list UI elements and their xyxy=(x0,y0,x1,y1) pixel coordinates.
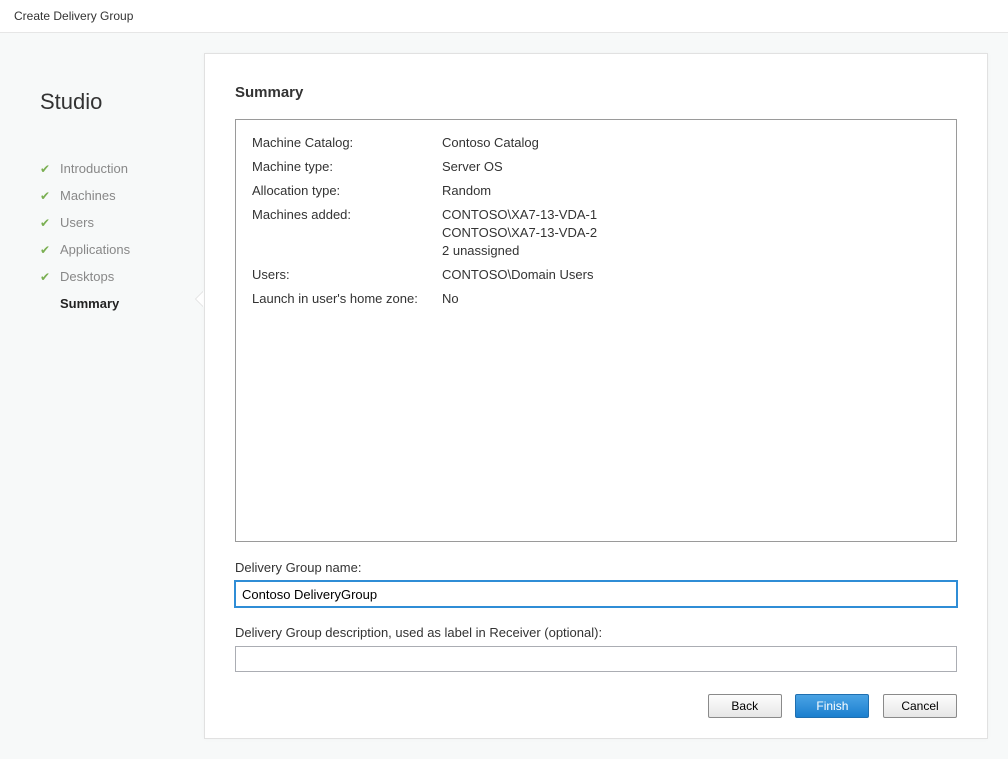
check-icon: ✔ xyxy=(40,216,54,230)
summary-key: Machines added: xyxy=(252,206,442,260)
delivery-group-description-input[interactable] xyxy=(235,646,957,672)
back-button[interactable]: Back xyxy=(708,694,782,718)
summary-key: Machine Catalog: xyxy=(252,134,442,152)
machine-line: CONTOSO\XA7-13-VDA-2 xyxy=(442,224,940,242)
step-label: Applications xyxy=(60,242,130,257)
machine-line: CONTOSO\XA7-13-VDA-1 xyxy=(442,206,940,224)
step-users[interactable]: ✔ Users xyxy=(40,209,200,236)
summary-key: Machine type: xyxy=(252,158,442,176)
summary-panel: Machine Catalog: Contoso Catalog Machine… xyxy=(235,119,957,542)
summary-value: No xyxy=(442,290,940,308)
wizard-page: Summary Machine Catalog: Contoso Catalog… xyxy=(204,53,988,739)
summary-key: Allocation type: xyxy=(252,182,442,200)
cancel-button[interactable]: Cancel xyxy=(883,694,957,718)
machine-line: 2 unassigned xyxy=(442,242,940,260)
step-label: Machines xyxy=(60,188,116,203)
finish-button[interactable]: Finish xyxy=(795,694,869,718)
delivery-group-name-input[interactable] xyxy=(235,581,957,607)
summary-key: Launch in user's home zone: xyxy=(252,290,442,308)
wizard-sidebar: Studio ✔ Introduction ✔ Machines ✔ Users… xyxy=(0,33,200,759)
check-icon: ✔ xyxy=(40,189,54,203)
step-label: Introduction xyxy=(60,161,128,176)
step-label: Summary xyxy=(60,296,119,311)
check-icon: ✔ xyxy=(40,162,54,176)
step-pointer-icon xyxy=(196,291,204,307)
summary-value: CONTOSO\Domain Users xyxy=(442,266,940,284)
step-label: Users xyxy=(60,215,94,230)
description-field-label: Delivery Group description, used as labe… xyxy=(235,625,957,640)
brand-label: Studio xyxy=(0,89,200,115)
summary-value: Contoso Catalog xyxy=(442,134,940,152)
summary-value: CONTOSO\XA7-13-VDA-1 CONTOSO\XA7-13-VDA-… xyxy=(442,206,940,260)
summary-key: Users: xyxy=(252,266,442,284)
summary-value: Random xyxy=(442,182,940,200)
step-machines[interactable]: ✔ Machines xyxy=(40,182,200,209)
wizard-buttons: Back Finish Cancel xyxy=(235,694,957,718)
page-heading: Summary xyxy=(235,84,957,101)
check-icon: ✔ xyxy=(40,270,54,284)
window-title: Create Delivery Group xyxy=(0,0,1008,33)
name-field-label: Delivery Group name: xyxy=(235,560,957,575)
summary-value: Server OS xyxy=(442,158,940,176)
check-icon: ✔ xyxy=(40,243,54,257)
step-introduction[interactable]: ✔ Introduction xyxy=(40,155,200,182)
step-label: Desktops xyxy=(60,269,114,284)
step-desktops[interactable]: ✔ Desktops xyxy=(40,263,200,290)
step-summary[interactable]: ✔ Summary xyxy=(40,290,200,317)
step-applications[interactable]: ✔ Applications xyxy=(40,236,200,263)
